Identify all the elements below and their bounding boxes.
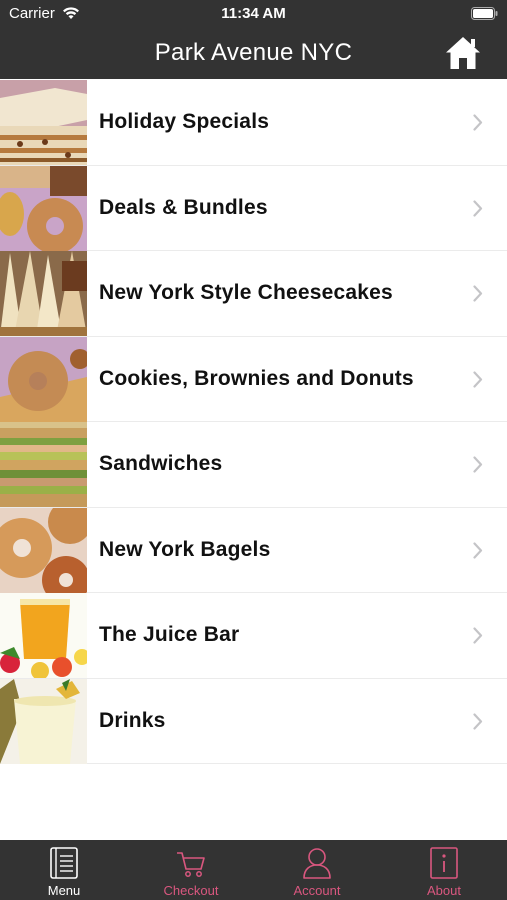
cart-icon bbox=[177, 852, 205, 877]
tab-about[interactable]: About bbox=[381, 840, 507, 900]
chevron-right-icon bbox=[473, 114, 483, 131]
juice-image bbox=[0, 593, 87, 678]
page-title: Park Avenue NYC bbox=[154, 39, 353, 66]
drink-image bbox=[0, 678, 87, 764]
info-icon bbox=[430, 847, 458, 879]
menu-item-label: Sandwiches bbox=[99, 452, 223, 475]
chevron-right-icon bbox=[473, 285, 483, 302]
sandwich-image bbox=[0, 422, 87, 507]
menu-item-holiday-specials[interactable]: Holiday Specials bbox=[0, 80, 507, 166]
menu-item-deals-bundles[interactable]: Deals & Bundles bbox=[0, 165, 507, 251]
chevron-right-icon bbox=[473, 370, 483, 388]
tab-bar: Menu Checkout Account About bbox=[0, 840, 507, 900]
menu-item-cookies-brownies-donuts[interactable]: Cookies, Brownies and Donuts bbox=[0, 336, 507, 422]
home-icon[interactable] bbox=[445, 36, 481, 70]
menu-item-label: New York Bagels bbox=[99, 537, 271, 561]
tab-label: About bbox=[427, 883, 461, 898]
menu-item-juice-bar[interactable]: The Juice Bar bbox=[0, 593, 507, 679]
battery-icon bbox=[471, 7, 498, 20]
tab-label: Account bbox=[293, 883, 341, 898]
tab-account[interactable]: Account bbox=[254, 840, 380, 900]
donut-image bbox=[0, 336, 87, 422]
cake-slice-image bbox=[0, 80, 87, 165]
tab-checkout[interactable]: Checkout bbox=[128, 840, 254, 900]
user-icon bbox=[303, 848, 331, 879]
tab-menu[interactable]: Menu bbox=[1, 840, 127, 900]
menu-item-label: New York Style Cheesecakes bbox=[99, 281, 393, 304]
chevron-right-icon bbox=[473, 199, 483, 217]
nav-bar: Park Avenue NYC bbox=[0, 28, 507, 79]
menu-item-label: Holiday Specials bbox=[99, 110, 270, 133]
menu-item-label: The Juice Bar bbox=[99, 623, 240, 646]
menu-category-list: Holiday Specials Deals & Bundles New Yor… bbox=[0, 80, 507, 764]
chevron-right-icon bbox=[473, 456, 483, 473]
chevron-right-icon bbox=[473, 627, 483, 644]
status-bar: Carrier 11:34 AM bbox=[0, 0, 507, 28]
tab-label: Checkout bbox=[163, 883, 219, 898]
bagel-image bbox=[0, 507, 87, 593]
chevron-right-icon bbox=[473, 712, 483, 730]
menu-book-icon bbox=[50, 847, 78, 879]
donut-image bbox=[0, 165, 87, 251]
menu-item-label: Drinks bbox=[99, 708, 166, 732]
tab-label: Menu bbox=[47, 883, 81, 898]
menu-item-drinks[interactable]: Drinks bbox=[0, 678, 507, 764]
menu-item-label: Deals & Bundles bbox=[99, 195, 268, 219]
menu-item-label: Cookies, Brownies and Donuts bbox=[99, 366, 414, 390]
cheesecake-image bbox=[0, 251, 87, 336]
menu-item-sandwiches[interactable]: Sandwiches bbox=[0, 422, 507, 508]
status-time: 11:34 AM bbox=[221, 5, 286, 22]
menu-item-cheesecakes[interactable]: New York Style Cheesecakes bbox=[0, 251, 507, 337]
chevron-right-icon bbox=[473, 541, 483, 559]
menu-item-bagels[interactable]: New York Bagels bbox=[0, 507, 507, 593]
